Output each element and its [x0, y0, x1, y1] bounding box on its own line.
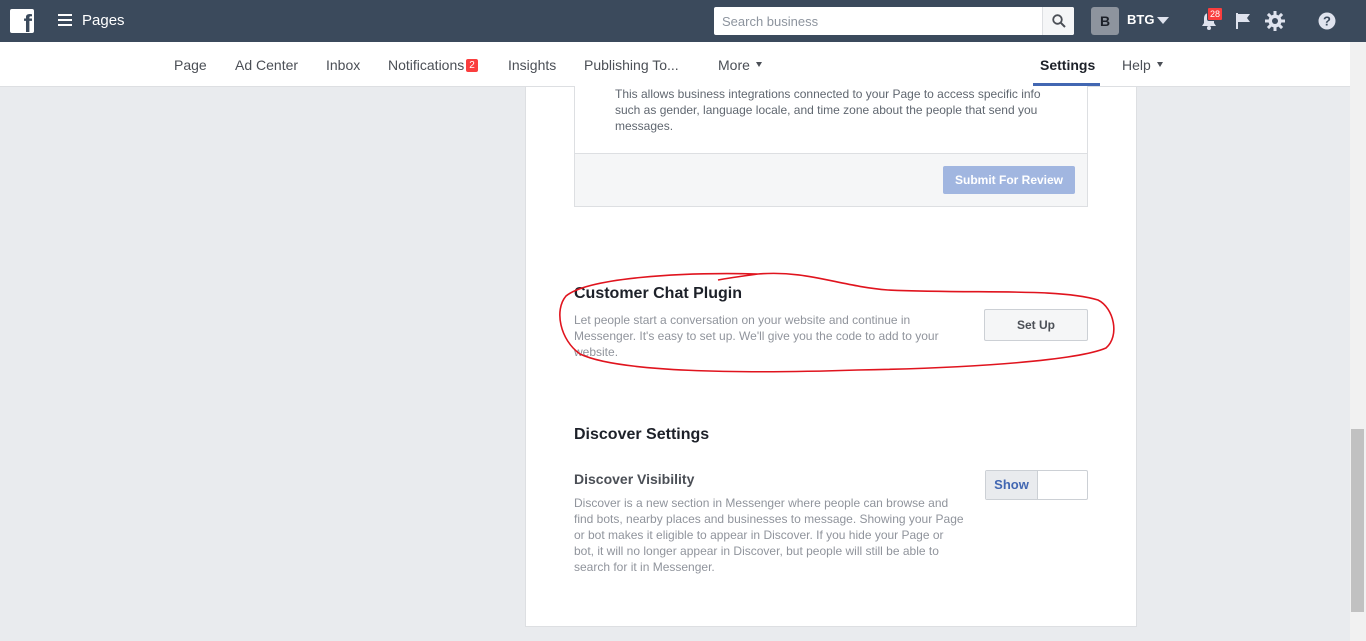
flag-icon[interactable]: [1232, 10, 1254, 32]
tab-page[interactable]: Page: [174, 57, 207, 73]
svg-text:?: ?: [1323, 14, 1331, 29]
tab-insights[interactable]: Insights: [508, 57, 556, 73]
tab-help[interactable]: Help: [1122, 57, 1163, 73]
discover-visibility-description: Discover is a new section in Messenger w…: [574, 496, 964, 574]
facebook-logo-icon[interactable]: f: [10, 9, 34, 33]
help-icon[interactable]: ?: [1316, 10, 1338, 32]
tab-notifications[interactable]: Notifications 2: [388, 57, 478, 73]
business-integrations-box: This allows business integrations connec…: [574, 86, 1088, 207]
search-icon: [1052, 14, 1066, 28]
account-dropdown-icon[interactable]: [1157, 17, 1169, 24]
show-toggle-option[interactable]: Show: [986, 471, 1038, 499]
caret-down-icon: [1156, 62, 1163, 67]
page-nav-bar: Page Ad Center Inbox Notifications 2 Insi…: [0, 42, 1350, 87]
account-avatar[interactable]: B: [1091, 7, 1119, 35]
tab-publishing-tools[interactable]: Publishing To...: [584, 57, 679, 73]
integration-description: This allows business integrations connec…: [615, 87, 1041, 133]
settings-panel: This allows business integrations connec…: [525, 86, 1137, 627]
integration-footer: Submit For Review: [575, 153, 1087, 206]
notifications-badge: 2: [466, 59, 478, 72]
hide-toggle-option[interactable]: [1038, 471, 1088, 499]
discover-visibility-toggle[interactable]: Show: [985, 470, 1088, 500]
tab-ad-center[interactable]: Ad Center: [235, 57, 298, 73]
top-bar: f Pages B BTG 28 ?: [0, 0, 1366, 42]
search-box: [714, 7, 1074, 35]
gear-icon[interactable]: [1264, 10, 1286, 32]
set-up-button[interactable]: Set Up: [984, 309, 1088, 341]
search-input[interactable]: [714, 7, 1042, 35]
discover-visibility-title: Discover Visibility: [574, 471, 695, 487]
tab-inbox[interactable]: Inbox: [326, 57, 360, 73]
tab-settings[interactable]: Settings: [1040, 57, 1095, 73]
notification-count-badge: 28: [1207, 7, 1224, 21]
caret-down-icon: [755, 62, 762, 67]
customer-chat-plugin-description: Let people start a conversation on your …: [574, 313, 939, 359]
search-button[interactable]: [1042, 7, 1074, 35]
app-title[interactable]: Pages: [82, 12, 125, 29]
scrollbar-thumb[interactable]: [1351, 429, 1364, 612]
submit-for-review-button[interactable]: Submit For Review: [943, 166, 1075, 194]
customer-chat-plugin-title: Customer Chat Plugin: [574, 285, 743, 302]
discover-settings-title: Discover Settings: [574, 426, 710, 443]
tab-more[interactable]: More: [718, 57, 762, 73]
account-name[interactable]: BTG: [1127, 12, 1154, 27]
menu-icon[interactable]: [58, 14, 72, 26]
